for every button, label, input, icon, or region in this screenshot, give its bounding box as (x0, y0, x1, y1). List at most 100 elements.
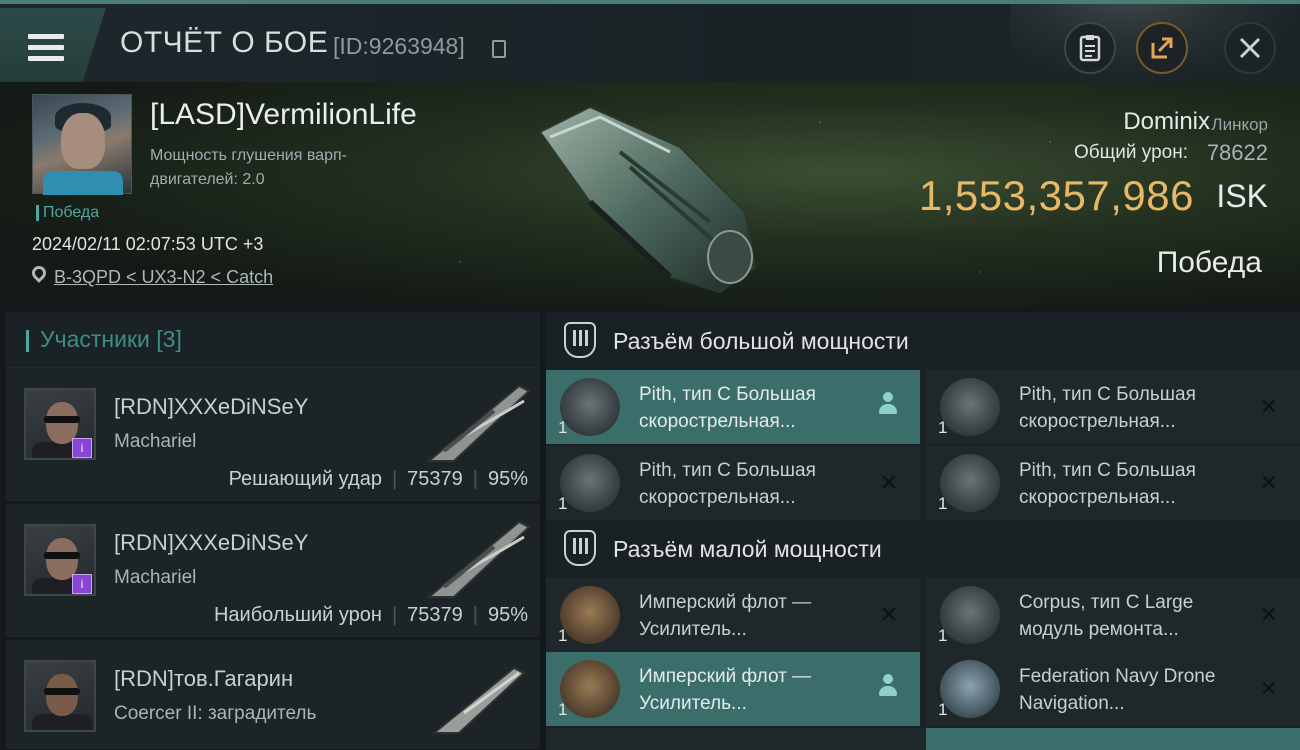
module-name: Pith, тип C Большая скорострельная... (639, 384, 816, 432)
result-label: Победа (1156, 246, 1262, 279)
module-item[interactable]: 1 Имперский флот — Усилитель... (546, 652, 920, 726)
module-item[interactable]: 1 Federation Navy Drone Navigation... ✕ (926, 652, 1300, 726)
participant-ship: Machariel (114, 567, 197, 588)
victim-name[interactable]: [LASD]VermilionLife (150, 98, 417, 132)
participant-role: Наибольший урон (213, 604, 382, 626)
participant-ship-image (426, 384, 531, 462)
drone-navigation-module-icon (940, 660, 1000, 718)
participants-title: Участники [3] (40, 326, 182, 352)
module-qty: 1 (938, 700, 948, 719)
participant-ship-image (426, 520, 531, 598)
participant-row[interactable]: i [RDN]XXXeDiNSeY Machariel Наибольший у… (6, 504, 540, 638)
participant-damage: 75379 (407, 604, 463, 626)
participant-stats: Решающий удар | 75379 | 95% (228, 468, 528, 490)
turret-module-icon (560, 378, 620, 436)
ship-class: Линкор (1211, 115, 1268, 134)
participant-stats: Наибольший урон | 75379 | 95% (213, 604, 528, 626)
participant-percent: 95% (487, 604, 528, 626)
top-bar: ОТЧЁТ О БОЕ [ID:9263948] (0, 0, 1300, 86)
clipboard-icon (1079, 35, 1101, 62)
kill-location-link[interactable]: B-3QPD < UX3-N2 < Catch (54, 267, 273, 288)
participant-row[interactable]: [RDN]тов.Гагарин Coercer II: заградитель (6, 640, 540, 750)
destroyed-x-icon: ✕ (879, 470, 898, 495)
participant-ship-image (431, 666, 526, 734)
destroyed-x-icon: ✕ (1259, 676, 1278, 701)
amplifier-module-icon (560, 660, 620, 718)
module-item[interactable]: 1 Имперский флот — Усилитель... ✕ (546, 578, 920, 652)
module-qty: 1 (558, 494, 568, 513)
copy-icon[interactable] (492, 40, 506, 58)
menu-button[interactable] (0, 8, 106, 82)
module-qty: 1 (558, 418, 568, 437)
victim-ship-image (538, 105, 757, 294)
share-button[interactable] (1136, 22, 1188, 74)
share-icon (1151, 37, 1173, 59)
turret-module-icon (560, 454, 620, 512)
module-name: Pith, тип C Большая скорострельная... (639, 460, 816, 508)
destroyed-x-icon: ✕ (1259, 394, 1278, 419)
kill-summary: [LASD]VermilionLife Мощность глушения ва… (0, 82, 1300, 308)
victim-stat: Мощность глушения варп-двигателей: 2.0 (150, 147, 347, 188)
fitting-panel: Разъём большой мощности 1 Pith, тип C Бо… (546, 312, 1300, 750)
participant-row[interactable]: i [RDN]XXXeDiNSeY Machariel Решающий уда… (6, 368, 540, 502)
high-slot-header: Разъём большой мощности (546, 312, 1300, 370)
participant-ship: Coercer II: заградитель (114, 703, 317, 724)
low-slot-title: Разъём малой мощности (613, 536, 882, 562)
page-title: ОТЧЁТ О БОЕ (120, 26, 329, 59)
person-icon (878, 392, 898, 416)
participants-header: Участники [3] (6, 312, 540, 368)
module-name: Имперский флот — Усилитель... (639, 592, 812, 640)
module-item[interactable]: 1 Pith, тип C Большая скорострельная... … (546, 446, 920, 520)
close-icon (1239, 37, 1261, 59)
kill-datetime: 2024/02/11 02:07:53 UTC +3 (32, 234, 264, 254)
module-item[interactable]: 1 Pith, тип C Большая скорострельная... … (926, 446, 1300, 520)
turret-module-icon (940, 454, 1000, 512)
module-item[interactable]: 1 Corpus, тип C Large модуль ремонта... … (926, 578, 1300, 652)
module-qty: 1 (558, 626, 568, 645)
module-name: Имперский флот — Усилитель... (639, 666, 812, 714)
turret-module-icon (940, 378, 1000, 436)
participant-name: [RDN]тов.Гагарин (114, 666, 294, 691)
isk-unit: ISK (1216, 178, 1268, 214)
module-name: Corpus, тип C Large модуль ремонта... (1019, 592, 1194, 640)
high-slot-title: Разъём большой мощности (613, 328, 909, 354)
participant-name: [RDN]XXXeDiNSeY (114, 394, 309, 419)
hamburger-icon (28, 34, 64, 62)
total-damage-label: Общий урон: (1074, 142, 1188, 163)
module-name: Pith, тип C Большая скорострельная... (1019, 460, 1196, 508)
participant-damage: 75379 (407, 468, 463, 490)
participant-percent: 95% (487, 468, 528, 490)
close-button[interactable] (1224, 22, 1276, 74)
participant-ship: Machariel (114, 431, 197, 452)
low-slot-header: Разъём малой мощности (546, 520, 1300, 578)
destroyed-x-icon: ✕ (1259, 470, 1278, 495)
module-name: Federation Navy Drone Navigation... (1019, 666, 1216, 714)
avatar (24, 660, 96, 732)
module-qty: 1 (558, 700, 568, 719)
ship-name: Dominix (1123, 108, 1210, 135)
report-id: [ID:9263948] (333, 33, 465, 59)
total-damage-value: 78622 (1206, 140, 1268, 165)
participant-name: [RDN]XXXeDiNSeY (114, 530, 309, 555)
module-item[interactable]: 1 Pith, тип C Большая скорострельная... … (926, 370, 1300, 444)
slot-icon (564, 530, 596, 566)
module-item[interactable]: 1 Pith, тип C Большая скорострельная... (546, 370, 920, 444)
fleet-badge-icon: i (72, 574, 92, 594)
victim-avatar[interactable] (32, 94, 132, 195)
module-qty: 1 (938, 418, 948, 437)
module-qty: 1 (938, 626, 948, 645)
fleet-badge-icon: i (72, 438, 92, 458)
slot-icon (564, 322, 596, 358)
clipboard-button[interactable] (1064, 22, 1116, 74)
destroyed-x-icon: ✕ (879, 602, 898, 627)
amplifier-module-icon (560, 586, 620, 644)
person-icon (878, 674, 898, 698)
module-name: Pith, тип C Большая скорострельная... (1019, 384, 1196, 432)
repair-module-icon (940, 586, 1000, 644)
victory-tag: Победа (36, 205, 99, 221)
destroyed-x-icon: ✕ (1259, 602, 1278, 627)
isk-value: 1,553,357,986 (918, 172, 1194, 219)
module-qty: 1 (938, 494, 948, 513)
participant-role: Решающий удар (228, 468, 382, 490)
participants-panel: Участники [3] i [RDN]XXXeDiNSeY Macharie… (6, 312, 540, 750)
